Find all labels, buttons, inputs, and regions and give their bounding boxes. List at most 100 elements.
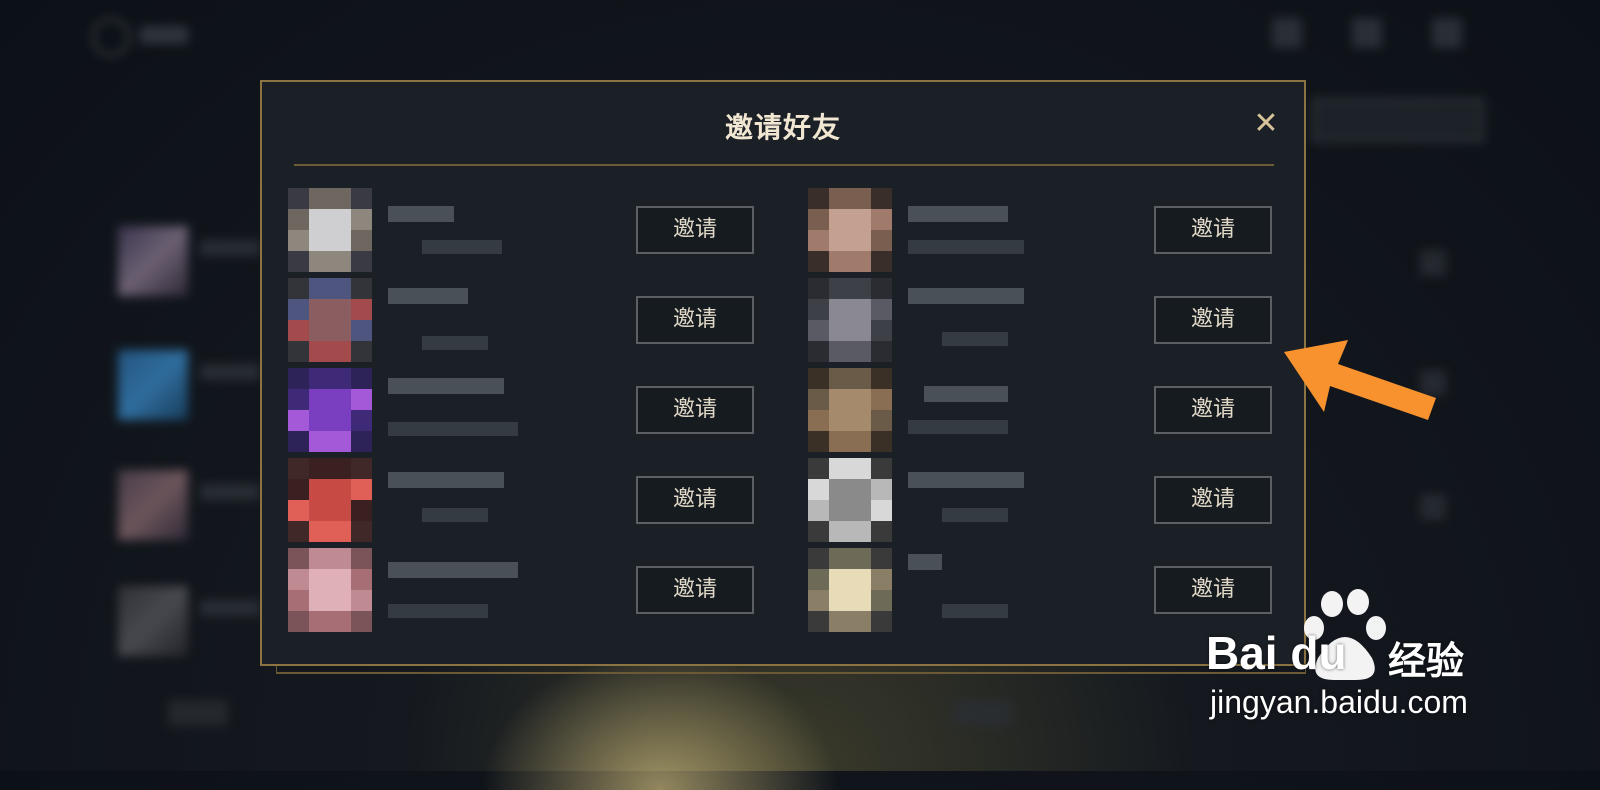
avatar-pixel — [351, 521, 372, 542]
invite-button[interactable]: 邀请 — [1154, 386, 1272, 434]
invite-button[interactable]: 邀请 — [636, 296, 754, 344]
avatar-pixel — [288, 458, 309, 479]
avatar-pixel — [330, 320, 351, 341]
avatar-pixel — [330, 341, 351, 362]
avatar-pixel — [330, 278, 351, 299]
friend-avatar — [808, 368, 892, 452]
avatar-pixel — [850, 341, 871, 362]
watermark-brand: Bai du — [1206, 627, 1347, 679]
avatar-pixel — [330, 188, 351, 209]
watermark-cn: 经验 — [1388, 639, 1465, 683]
avatar-pixel — [871, 188, 892, 209]
avatar-pixel — [351, 410, 372, 431]
avatar-pixel — [871, 368, 892, 389]
friend-status-blurred — [908, 420, 1008, 434]
avatar-pixel — [309, 410, 330, 431]
friend-row: 邀请 — [288, 458, 768, 542]
friend-status-blurred — [422, 240, 502, 254]
invite-button[interactable]: 邀请 — [636, 206, 754, 254]
avatar-pixel — [288, 410, 309, 431]
avatar-pixel — [309, 278, 330, 299]
friend-row: 邀请 — [288, 548, 768, 632]
avatar-pixel — [288, 500, 309, 521]
friend-row: 邀请 — [288, 368, 768, 452]
bg-friend-name — [200, 240, 260, 256]
avatar-pixel — [288, 299, 309, 320]
avatar-pixel — [850, 548, 871, 569]
avatar-pixel — [288, 590, 309, 611]
avatar-pixel — [808, 230, 829, 251]
friend-row: 邀请 — [288, 188, 768, 272]
avatar-pixel — [351, 458, 372, 479]
avatar-pixel — [808, 299, 829, 320]
bg-side-icon — [1420, 494, 1446, 520]
invite-button[interactable]: 邀请 — [636, 476, 754, 524]
avatar-pixel — [808, 278, 829, 299]
avatar-pixel — [309, 368, 330, 389]
friend-status-blurred — [942, 332, 1008, 346]
avatar-pixel — [808, 611, 829, 632]
avatar-pixel — [850, 479, 871, 500]
avatar-pixel — [330, 590, 351, 611]
avatar-pixel — [330, 569, 351, 590]
avatar-pixel — [808, 251, 829, 272]
avatar-pixel — [309, 341, 330, 362]
avatar-pixel — [829, 389, 850, 410]
bg-side-icon — [1420, 250, 1446, 276]
avatar-pixel — [330, 431, 351, 452]
list-fade — [262, 644, 1304, 664]
top-icon-1 — [1272, 18, 1302, 48]
avatar-pixel — [330, 521, 351, 542]
avatar-pixel — [309, 479, 330, 500]
avatar-pixel — [871, 569, 892, 590]
avatar-pixel — [288, 431, 309, 452]
avatar-pixel — [351, 230, 372, 251]
avatar-pixel — [871, 479, 892, 500]
avatar-pixel — [351, 569, 372, 590]
avatar-pixel — [288, 341, 309, 362]
avatar-pixel — [288, 209, 309, 230]
avatar-pixel — [351, 548, 372, 569]
avatar-pixel — [829, 230, 850, 251]
avatar-pixel — [808, 590, 829, 611]
invite-button[interactable]: 邀请 — [636, 566, 754, 614]
avatar-pixel — [808, 341, 829, 362]
avatar-pixel — [351, 188, 372, 209]
avatar-pixel — [850, 368, 871, 389]
friend-avatar — [808, 278, 892, 362]
annotation-arrow-icon — [1284, 340, 1436, 420]
invite-button[interactable]: 邀请 — [1154, 206, 1272, 254]
friend-name-blurred — [388, 472, 504, 488]
friend-name-blurred — [908, 288, 1024, 304]
close-icon[interactable]: ✕ — [1250, 108, 1282, 140]
invite-button[interactable]: 邀请 — [1154, 296, 1272, 344]
avatar-pixel — [288, 368, 309, 389]
avatar-pixel — [829, 500, 850, 521]
avatar-pixel — [871, 299, 892, 320]
friend-name-blurred — [908, 206, 1008, 222]
avatar-pixel — [288, 548, 309, 569]
friend-status-blurred — [388, 604, 488, 618]
top-icon-3 — [1432, 18, 1462, 48]
avatar-pixel — [829, 479, 850, 500]
invite-friends-dialog: 邀请好友 ✕ 邀请 邀请 邀请 邀请 邀请 邀请 邀请 邀请 邀请 邀请 — [260, 80, 1306, 666]
invite-button[interactable]: 邀请 — [636, 386, 754, 434]
avatar-pixel — [829, 209, 850, 230]
avatar-pixel — [829, 299, 850, 320]
avatar-pixel — [288, 278, 309, 299]
avatar-pixel — [871, 209, 892, 230]
avatar-pixel — [288, 521, 309, 542]
top-icon-2 — [1352, 18, 1382, 48]
avatar-pixel — [829, 548, 850, 569]
avatar-pixel — [850, 458, 871, 479]
avatar-pixel — [351, 500, 372, 521]
friend-row: 邀请 — [288, 278, 768, 362]
dialog-title: 邀请好友 — [724, 111, 841, 144]
bg-friend-avatar — [118, 226, 188, 296]
friend-avatar — [808, 548, 892, 632]
avatar-pixel — [330, 389, 351, 410]
invite-button[interactable]: 邀请 — [1154, 476, 1272, 524]
avatar-pixel — [808, 548, 829, 569]
avatar-pixel — [871, 611, 892, 632]
avatar-pixel — [829, 188, 850, 209]
